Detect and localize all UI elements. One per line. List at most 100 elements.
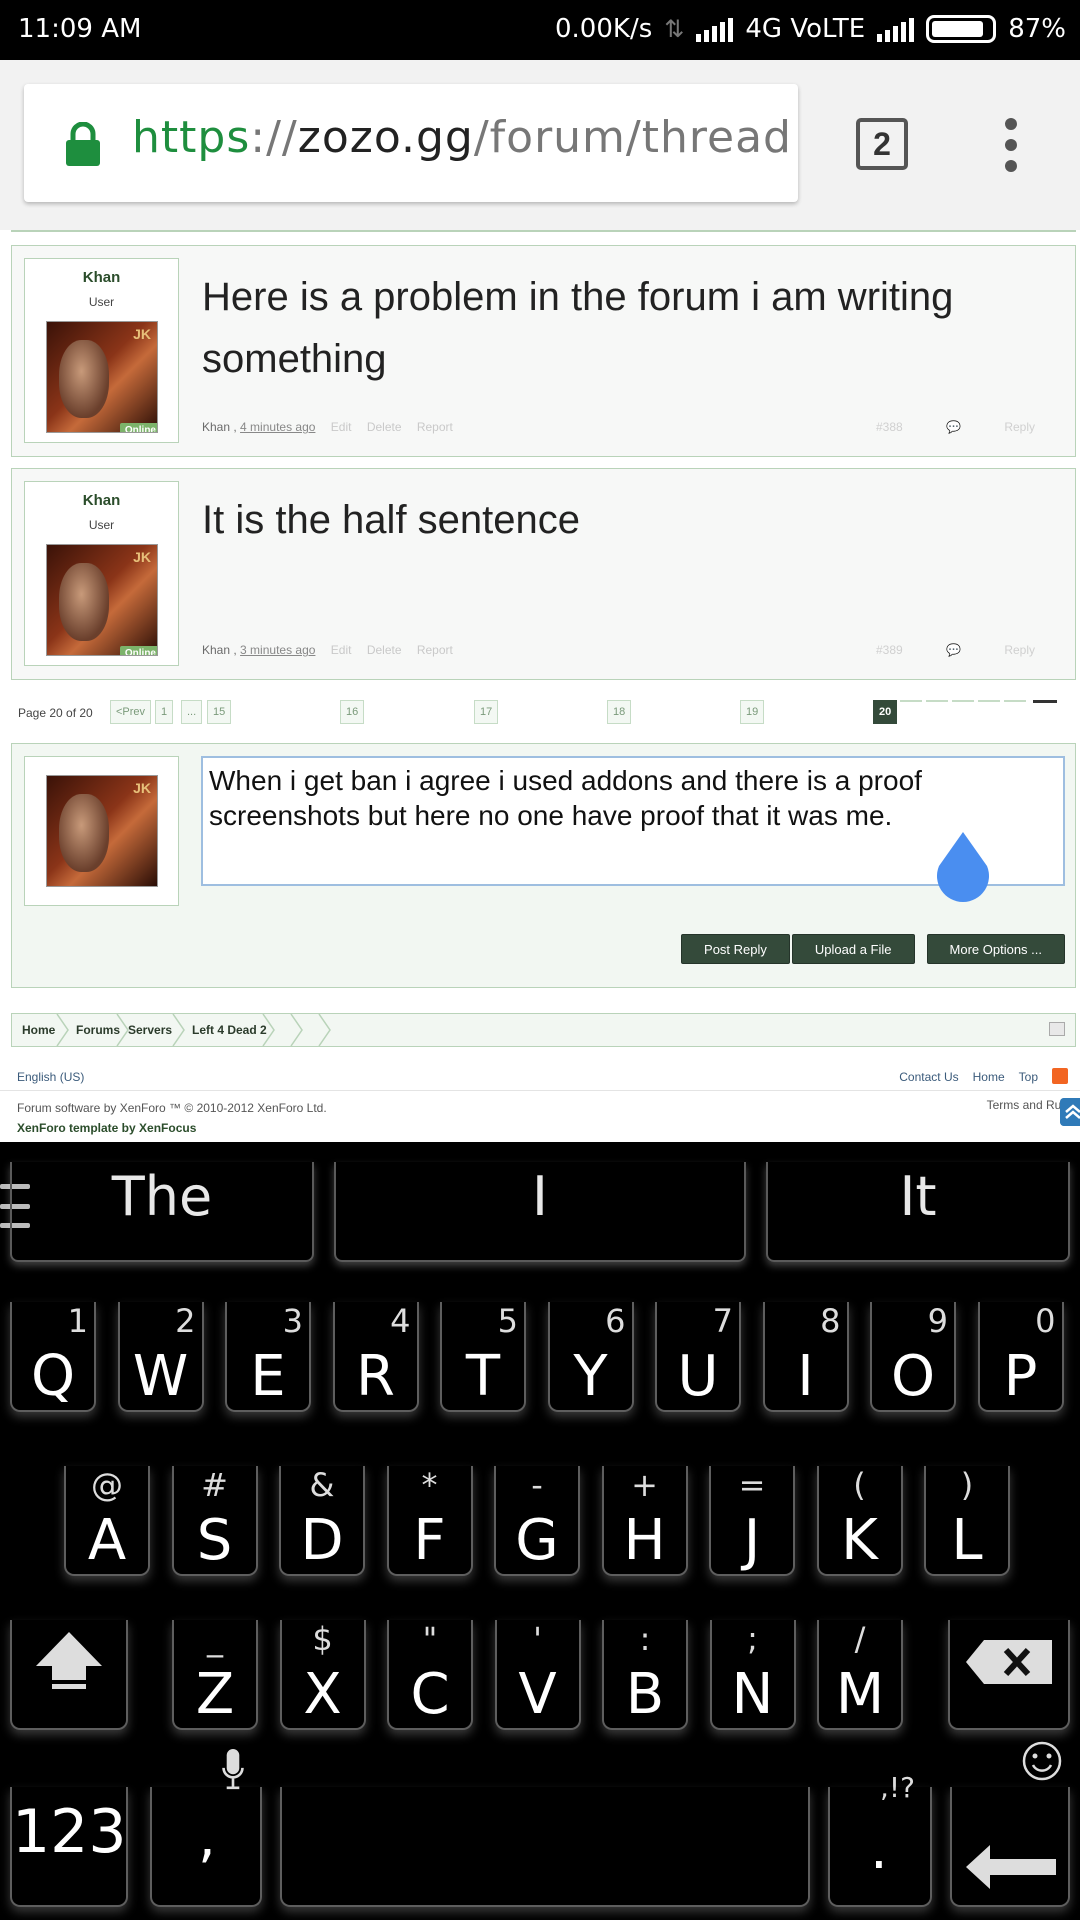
key-w[interactable]: 2W <box>117 1302 204 1412</box>
key-b[interactable]: :B <box>602 1620 688 1730</box>
user-role: User <box>88 518 115 532</box>
suggestion-1[interactable]: The <box>10 1162 314 1262</box>
breadcrumb-home[interactable]: Home <box>22 1023 55 1037</box>
smiley-icon <box>1022 1741 1062 1781</box>
prev-page-link[interactable]: <Prev <box>110 700 152 724</box>
key-c[interactable]: " C <box>387 1620 473 1730</box>
language-chooser[interactable]: English (US) <box>17 1070 84 1084</box>
key-h[interactable]: + H <box>601 1466 688 1576</box>
page-link-18[interactable]: 18 <box>607 700 632 724</box>
punctuation-hint: ,!? <box>880 1771 915 1804</box>
delete-link[interactable]: Delete <box>367 643 402 657</box>
key-t[interactable]: 5T <box>440 1302 526 1412</box>
user-card: Khan User JK Online <box>24 258 179 443</box>
period-key[interactable]: ,!? . <box>828 1771 932 1907</box>
key-label: J <box>743 1508 761 1573</box>
post-reply-button[interactable]: Post Reply <box>681 934 790 964</box>
username-link[interactable]: Khan <box>25 492 178 509</box>
collapse-icon[interactable] <box>1049 1022 1065 1036</box>
key-n[interactable]: ; N <box>709 1620 796 1730</box>
text-cursor-handle-icon[interactable] <box>933 832 993 904</box>
page-link-16[interactable]: 16 <box>340 700 365 724</box>
template-credit[interactable]: XenForo template by XenFocus <box>17 1118 327 1138</box>
reply-link[interactable]: 💬 Reply <box>946 643 1035 657</box>
post-time[interactable]: 3 minutes ago <box>240 643 315 657</box>
key-x[interactable]: $ X <box>279 1620 366 1730</box>
quick-reply: JK When i get ban i agree i used addons … <box>11 743 1076 988</box>
post-number[interactable]: #389 <box>876 643 903 657</box>
delete-link[interactable]: Delete <box>367 420 402 434</box>
key-label: K <box>841 1508 878 1573</box>
space-key[interactable] <box>280 1787 810 1907</box>
report-link[interactable]: Report <box>417 643 453 657</box>
key-s[interactable]: # S <box>171 1466 258 1576</box>
reply-link[interactable]: 💬 Reply <box>946 420 1035 434</box>
key-hint: $ <box>312 1620 333 1658</box>
key-z[interactable]: _ Z <box>172 1620 258 1730</box>
key-p[interactable]: 0P <box>977 1302 1064 1412</box>
edit-link[interactable]: Edit <box>331 420 352 434</box>
page-link-current[interactable]: 20 <box>873 700 898 724</box>
scroll-top-icon[interactable] <box>1060 1098 1080 1126</box>
key-k[interactable]: (K <box>816 1466 903 1576</box>
shift-key[interactable] <box>10 1620 128 1730</box>
microphone-icon <box>222 1749 244 1790</box>
post-message: It is the half sentence <box>202 498 581 542</box>
key-a[interactable]: @ A <box>64 1466 150 1576</box>
page-link-17[interactable]: 17 <box>474 700 499 724</box>
comma-key[interactable]: , <box>150 1749 262 1907</box>
post-time[interactable]: 4 minutes ago <box>240 420 315 434</box>
status-bar: 11:09 AM 0.00K/s ⇅ 4G VoLTE 87% <box>0 0 1080 60</box>
period-label: . <box>870 1817 888 1882</box>
key-label: A <box>87 1508 127 1573</box>
shift-arrow-icon <box>36 1632 102 1689</box>
more-options-icon[interactable] <box>1000 118 1022 172</box>
key-d[interactable]: & D <box>279 1466 365 1576</box>
backspace-key[interactable] <box>948 1620 1070 1730</box>
address-bar[interactable]: https://zozo.gg/forum/thread <box>24 84 798 202</box>
key-label: M <box>835 1662 885 1727</box>
suggestion-3[interactable]: It <box>766 1162 1070 1262</box>
key-m[interactable]: / M <box>817 1620 903 1730</box>
key-v[interactable]: ' V <box>494 1620 581 1730</box>
contact-us-link[interactable]: Contact Us <box>899 1070 958 1084</box>
post-author[interactable]: Khan <box>202 420 230 434</box>
edit-link[interactable]: Edit <box>331 643 352 657</box>
key-label: V <box>518 1662 557 1727</box>
key-u[interactable]: 7U <box>655 1302 741 1412</box>
key-e[interactable]: 3E <box>225 1302 311 1412</box>
key-j[interactable]: = J <box>709 1466 795 1576</box>
key-i[interactable]: 8I <box>762 1302 849 1412</box>
suggestion-2[interactable]: I <box>334 1162 746 1262</box>
more-options-button[interactable]: More Options ... <box>926 934 1065 964</box>
page-link-15[interactable]: 15 <box>207 700 232 724</box>
breadcrumb-left4dead2[interactable]: Left 4 Dead 2 <box>192 1023 267 1037</box>
post-number[interactable]: #388 <box>876 420 903 434</box>
terms-link[interactable]: Terms and Rul <box>987 1098 1064 1112</box>
key-o[interactable]: 9O <box>870 1302 956 1412</box>
upload-file-button[interactable]: Upload a File <box>791 934 915 964</box>
top-link[interactable]: Top <box>1019 1070 1038 1084</box>
key-q[interactable]: 1Q <box>10 1302 96 1412</box>
key-r[interactable]: 4R <box>332 1302 419 1412</box>
home-link[interactable]: Home <box>973 1070 1005 1084</box>
avatar[interactable]: JK Online <box>46 544 158 656</box>
numbers-key[interactable]: 123 <box>10 1787 128 1907</box>
key-l[interactable]: ) L <box>924 1466 1010 1576</box>
page-link-1[interactable]: 1 <box>155 700 174 724</box>
page-ellipsis[interactable]: ... <box>181 700 203 724</box>
report-link[interactable]: Report <box>417 420 453 434</box>
enter-key[interactable] <box>950 1741 1070 1907</box>
key-g[interactable]: -G <box>494 1466 580 1576</box>
breadcrumb-forums[interactable]: Forums <box>76 1023 120 1037</box>
username-link[interactable]: Khan <box>25 269 178 286</box>
avatar[interactable]: JK Online <box>46 321 158 433</box>
key-f[interactable]: * F <box>386 1466 473 1576</box>
tab-switcher-button[interactable]: 2 <box>856 118 908 170</box>
post-author[interactable]: Khan <box>202 643 230 657</box>
rss-icon[interactable] <box>1052 1068 1068 1084</box>
key-y[interactable]: 6Y <box>547 1302 634 1412</box>
breadcrumb-servers[interactable]: Servers <box>128 1023 172 1037</box>
copyright-text[interactable]: Forum software by XenForo ™ © 2010-2012 … <box>17 1098 327 1118</box>
page-link-19[interactable]: 19 <box>740 700 765 724</box>
